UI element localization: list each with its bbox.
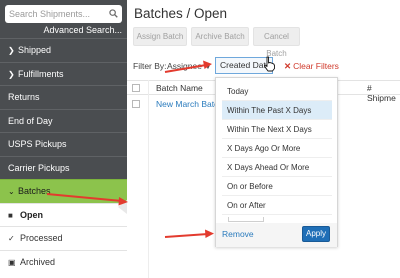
sidebar-item-label: End of Day [8,115,53,126]
clear-filters-button[interactable]: ✕ Clear Filters [284,61,339,72]
apply-button[interactable]: Apply [302,226,330,242]
option-x-days-ahead-or-more[interactable]: X Days Ahead Or More [222,158,332,177]
option-x-days-ago-or-more[interactable]: X Days Ago Or More [222,139,332,158]
sidebar-item-label: Processed [20,233,63,243]
active-indicator [118,200,127,214]
sidebar-item-label: Carrier Pickups [8,162,70,173]
sidebar-item-shipped[interactable]: ❯ Shipped [0,38,127,62]
option-on-or-after[interactable]: On or After [222,196,332,215]
option-on-or-before[interactable]: On or Before [222,177,332,196]
sidebar-item-usps-pickups[interactable]: USPS Pickups [0,132,127,156]
advanced-search-link[interactable]: Advanced Search... [43,25,122,35]
sidebar-item-fulfillments[interactable]: ❯ Fulfillments [0,61,127,86]
sidebar-subitem-open[interactable]: ■ Open [0,202,127,226]
sidebar-item-label: Fulfillments [18,68,64,79]
page-title: Batches / Open [134,6,228,21]
close-icon: ✕ [284,61,292,71]
option-within-next-x-days[interactable]: Within The Next X Days [222,120,332,139]
date-filter-dropdown: Today Within The Past X Days Within The … [215,77,338,247]
caret-down-icon: ▼ [204,65,211,71]
sidebar-item-carrier-pickups[interactable]: Carrier Pickups [0,155,127,180]
search-icon[interactable] [109,9,118,18]
checkmark-icon: ✓ [8,234,15,243]
search-box[interactable] [5,5,122,23]
sidebar-bottom-fill [0,271,127,278]
sidebar-item-end-of-day[interactable]: End of Day [0,108,127,133]
sidebar-item-batches[interactable]: ⌄ Batches [0,179,127,203]
sidebar-item-label: Batches [18,186,51,196]
column-header-shipments[interactable]: # Shipme [367,83,400,103]
select-all-checkbox[interactable] [132,84,140,92]
sidebar-item-label: Shipped [18,45,52,55]
cancel-batch-button[interactable]: Cancel Batch [253,27,300,58]
option-today[interactable]: Today [222,82,332,101]
hand-cursor-icon [264,56,275,72]
assign-batch-button[interactable]: Assign Batch [133,27,187,46]
assignee-filter[interactable]: Assignee ▼ [167,61,211,71]
row-checkbox[interactable] [132,100,140,108]
chevron-right-icon: ❯ [8,69,15,79]
assignee-filter-label: Assignee [167,61,202,71]
search-input[interactable] [9,6,105,22]
column-header-batch-name[interactable]: Batch Name [156,83,203,93]
sidebar-item-label: Open [20,209,44,220]
days-input[interactable] [228,217,264,222]
clear-filters-label: Clear Filters [293,61,339,71]
column-divider [148,80,149,278]
folder-open-icon: ■ [8,210,13,220]
sidebar: Advanced Search... ❯Shipped ❯Fulfillment… [0,0,127,278]
sidebar-item-label: USPS Pickups [8,139,67,149]
archive-batch-button[interactable]: Archive Batch [191,27,249,46]
filter-by-label: Filter By: [133,61,167,71]
option-within-past-x-days[interactable]: Within The Past X Days [222,101,332,120]
sidebar-subitem-archived[interactable]: ▣ Archived [0,249,127,273]
chevron-down-icon: ⌄ [8,187,15,196]
sidebar-item-label: Returns [8,92,40,102]
app-window: Advanced Search... ❯Shipped ❯Fulfillment… [0,0,400,278]
batch-name-link[interactable]: New March Batch [156,99,223,109]
dropdown-footer: Remove Apply [216,223,337,247]
remove-filter-link[interactable]: Remove [222,229,254,239]
sidebar-subitem-processed[interactable]: ✓ Processed [0,226,127,250]
sidebar-item-returns[interactable]: Returns [0,85,127,109]
chevron-right-icon: ❯ [8,46,15,55]
sidebar-nav: ❯ Shipped ❯ Fulfillments Returns End of Da… [0,38,127,273]
sidebar-item-label: Archived [20,256,56,267]
